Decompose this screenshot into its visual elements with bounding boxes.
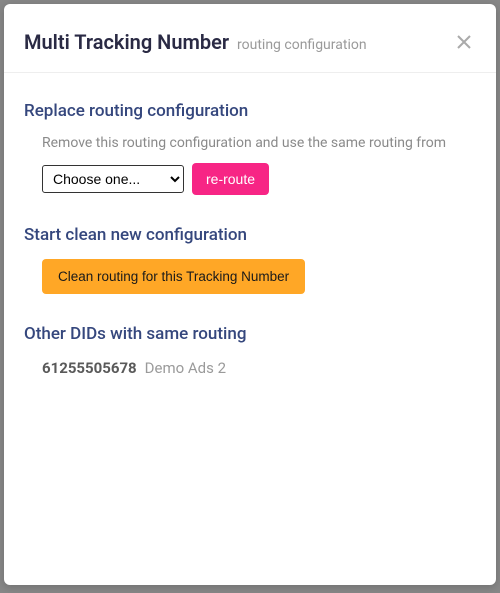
section-replace: Replace routing configuration Remove thi… [24, 101, 476, 195]
replace-heading: Replace routing configuration [24, 101, 476, 121]
modal-title-group: Multi Tracking Number routing configurat… [24, 30, 367, 54]
section-clean: Start clean new configuration Clean rout… [24, 225, 476, 294]
modal-title: Multi Tracking Number [24, 30, 229, 54]
clean-routing-button[interactable]: Clean routing for this Tracking Number [42, 259, 305, 294]
other-dids-heading: Other DIDs with same routing [24, 324, 476, 344]
routing-source-select[interactable]: Choose one... [42, 165, 184, 193]
modal-header: Multi Tracking Number routing configurat… [4, 4, 496, 73]
reroute-button[interactable]: re-route [192, 163, 269, 195]
clean-heading: Start clean new configuration [24, 225, 476, 245]
section-other-dids: Other DIDs with same routing 61255505678… [24, 324, 476, 377]
did-label: Demo Ads 2 [145, 359, 226, 377]
modal-body: Replace routing configuration Remove thi… [4, 73, 496, 585]
close-icon [456, 34, 472, 50]
close-button[interactable] [452, 30, 476, 54]
did-number: 61255505678 [42, 359, 137, 377]
replace-description: Remove this routing configuration and us… [42, 135, 476, 151]
did-item: 61255505678 Demo Ads 2 [42, 358, 476, 377]
routing-config-modal: Multi Tracking Number routing configurat… [4, 4, 496, 585]
modal-subtitle: routing configuration [237, 37, 367, 53]
